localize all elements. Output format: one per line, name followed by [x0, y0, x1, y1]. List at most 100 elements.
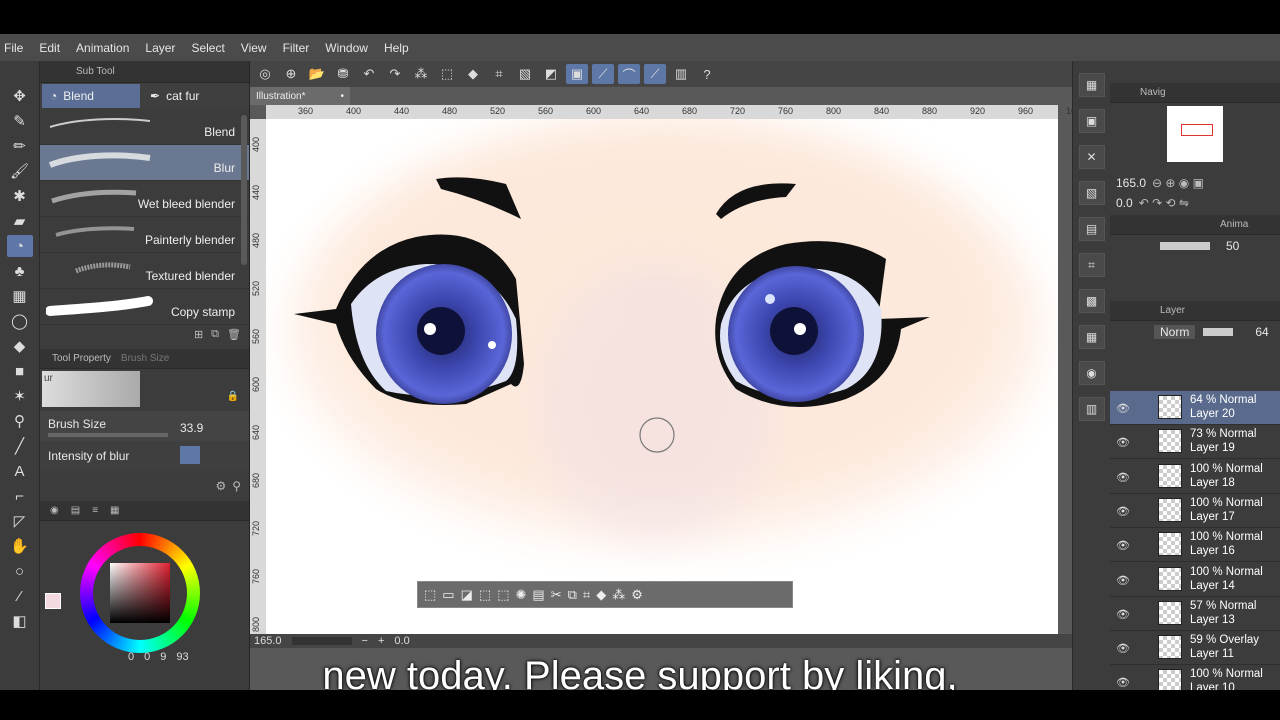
new-file-icon[interactable]: ⊕: [280, 64, 302, 84]
eye-icon[interactable]: 👁: [1116, 574, 1130, 587]
brush-size-row[interactable]: Brush Size 33.9: [40, 411, 249, 441]
zoom-value[interactable]: 165.0: [254, 635, 282, 647]
navigator-thumbnail[interactable]: [1167, 106, 1223, 162]
pen-icon[interactable]: ✎: [7, 110, 33, 132]
cut-icon[interactable]: ✂: [551, 587, 562, 603]
menu-file[interactable]: File: [0, 41, 35, 55]
brush-item-painterly[interactable]: Painterly blender: [40, 217, 249, 253]
line-icon[interactable]: ╱: [7, 435, 33, 457]
snap-ruler-icon[interactable]: ⟋: [592, 64, 614, 84]
eye-icon[interactable]: 👁: [1116, 539, 1130, 552]
screentone-icon[interactable]: ⁂: [612, 587, 625, 603]
fill-icon[interactable]: ◆: [596, 587, 606, 603]
dock-icon-9[interactable]: ◉: [1078, 361, 1105, 385]
navigator-zoom-icons[interactable]: ⊖ ⊕ ◉ ▣: [1152, 176, 1204, 190]
eye-icon[interactable]: 👁: [1116, 608, 1130, 621]
drawing-canvas[interactable]: [266, 119, 1058, 634]
color-set-tab-icon[interactable]: ▤: [71, 505, 80, 516]
menu-help[interactable]: Help: [380, 41, 421, 55]
navigator-rotate-icons[interactable]: ↶ ↷ ⟲ ⇋: [1139, 196, 1189, 210]
tab-close-icon[interactable]: •: [340, 91, 344, 102]
gradient-icon[interactable]: ■: [7, 360, 33, 382]
navigator-zoom-value[interactable]: 165.0: [1116, 176, 1146, 190]
delete-brush-icon[interactable]: 🗑: [227, 328, 241, 341]
animation-slider[interactable]: [1160, 242, 1210, 250]
saturation-square[interactable]: [110, 563, 170, 623]
balloon-icon[interactable]: ⌐: [7, 485, 33, 507]
tab-illustration[interactable]: Illustration* •: [250, 87, 350, 105]
pressure-icon[interactable]: [180, 446, 200, 464]
clear-icon[interactable]: ⁂: [410, 64, 432, 84]
dock-icon-8[interactable]: ▦: [1078, 325, 1105, 349]
brush-list-scrollbar[interactable]: [241, 115, 247, 265]
dock-icon-7[interactable]: ▩: [1078, 289, 1105, 313]
dock-icon-4[interactable]: ▧: [1078, 181, 1105, 205]
color-slider-tab-icon[interactable]: ≡: [92, 505, 98, 516]
blend-tool-icon[interactable]: ◔: [6, 235, 33, 257]
navigator-title[interactable]: Navig: [1140, 87, 1166, 98]
app-logo-icon[interactable]: ◎: [254, 64, 276, 84]
layer-row[interactable]: 👁 73 % Normal Layer 19: [1110, 425, 1280, 460]
decoration-icon[interactable]: ♣: [7, 260, 33, 282]
dock-icon-5[interactable]: ▤: [1078, 217, 1105, 241]
dock-icon-3[interactable]: ✕: [1078, 145, 1105, 169]
fill-selection-icon[interactable]: ◆: [462, 64, 484, 84]
scale-icon[interactable]: ⌗: [583, 587, 590, 603]
animation-value[interactable]: 50: [1226, 239, 1239, 253]
brush-item-wet-bleed[interactable]: Wet bleed blender: [40, 181, 249, 217]
brush-icon[interactable]: 🖌: [7, 160, 33, 182]
layer-row[interactable]: 👁 100 % Normal Layer 18: [1110, 460, 1280, 494]
navigator-angle-value[interactable]: 0.0: [1116, 196, 1133, 210]
search-icon[interactable]: ⚲: [232, 479, 241, 493]
open-file-icon[interactable]: 📂: [306, 64, 328, 84]
select-all-icon[interactable]: ▭: [442, 587, 454, 603]
airbrush-icon[interactable]: ✱: [7, 185, 33, 207]
transform-icon[interactable]: ⬚: [436, 64, 458, 84]
menu-window[interactable]: Window: [321, 41, 380, 55]
eyedropper-icon[interactable]: ⚲: [7, 410, 33, 432]
copy-brush-icon[interactable]: ⧉: [211, 328, 219, 341]
animation-title[interactable]: Anima: [1220, 219, 1248, 230]
stamp-icon[interactable]: ▤: [532, 587, 544, 603]
brush-size-value[interactable]: 33.9: [180, 421, 203, 435]
expand-icon[interactable]: ⬚: [479, 587, 491, 603]
copy-icon[interactable]: ⧉: [568, 587, 577, 603]
opacity-value[interactable]: 64: [1255, 325, 1268, 339]
eye-icon[interactable]: 👁: [1116, 505, 1130, 518]
layer-row[interactable]: 👁 64 % Normal Layer 20: [1110, 391, 1280, 425]
lasso-select-icon[interactable]: ○: [7, 560, 33, 582]
text-icon[interactable]: A: [7, 460, 33, 482]
zoom-slider[interactable]: [291, 637, 352, 645]
layer-row[interactable]: 👁 100 % Normal Layer 17: [1110, 494, 1280, 528]
lock-icon[interactable]: 🔒: [227, 391, 239, 402]
lasso-icon[interactable]: ◯: [7, 310, 33, 332]
brush-item-blend[interactable]: Blend: [40, 109, 249, 145]
shrink-icon[interactable]: ⬚: [497, 587, 509, 603]
eye-icon[interactable]: 👁: [1116, 436, 1130, 449]
main-color-swatch[interactable]: [45, 593, 61, 609]
dock-icon-6[interactable]: ⌗: [1078, 253, 1105, 277]
layer-title[interactable]: Layer: [1160, 305, 1185, 316]
save-icon[interactable]: ⛃: [332, 64, 354, 84]
eye-icon[interactable]: 👁: [1116, 471, 1130, 484]
brush-size-slider[interactable]: [48, 433, 168, 437]
deselect-icon[interactable]: ⬚: [424, 587, 436, 603]
device-settings-icon[interactable]: ▥: [670, 64, 692, 84]
dock-icon-10[interactable]: ▥: [1078, 397, 1105, 421]
move-icon[interactable]: ✥: [7, 85, 33, 107]
eye-icon[interactable]: 👁: [1116, 402, 1130, 415]
tab-blend[interactable]: ◔ Blend: [42, 84, 140, 108]
menu-animation[interactable]: Animation: [72, 41, 141, 55]
pencil-icon[interactable]: ✏: [7, 135, 33, 157]
show-selection-icon[interactable]: ▣: [566, 64, 588, 84]
tab-cat-fur[interactable]: ✒ cat fur: [142, 84, 240, 108]
launcher-settings-icon[interactable]: ⚙: [631, 587, 643, 603]
dock-icon-1[interactable]: ▦: [1078, 73, 1105, 97]
blend-mode-select[interactable]: Norm: [1154, 325, 1196, 339]
zoom-out-icon[interactable]: −: [362, 635, 368, 647]
opacity-slider[interactable]: [1203, 328, 1234, 336]
dropper-icon[interactable]: ⁄: [7, 585, 33, 607]
color-wheel-tab-icon[interactable]: ◉: [50, 505, 59, 516]
menu-filter[interactable]: Filter: [279, 41, 322, 55]
color-history-tab-icon[interactable]: ▦: [110, 505, 119, 516]
